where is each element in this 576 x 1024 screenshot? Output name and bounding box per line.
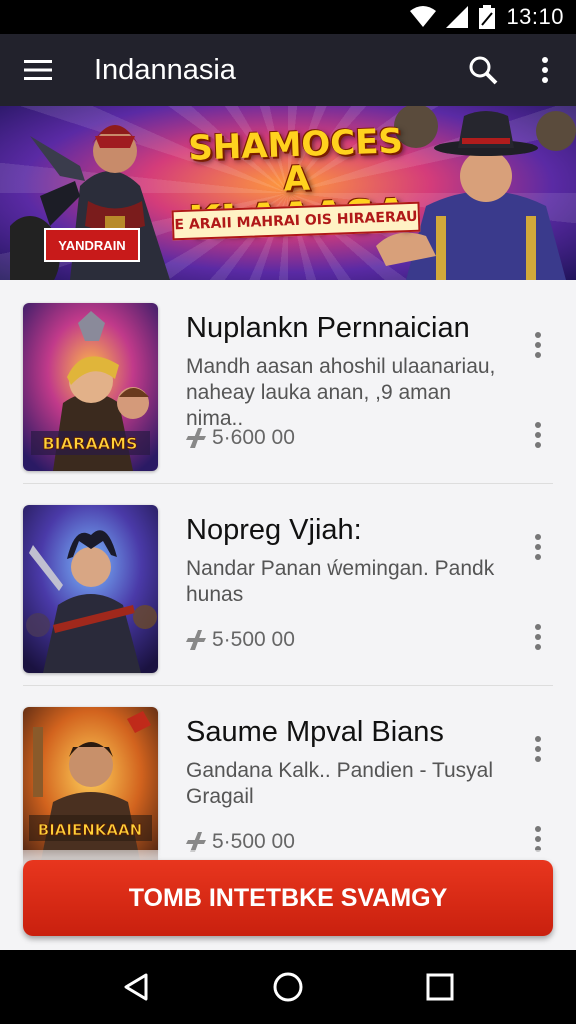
- status-time: 13:10: [506, 4, 564, 29]
- item-menu-button[interactable]: [526, 734, 550, 764]
- item-list: BIARAAMS Nuplankn Pernnaician Mandh aasa…: [0, 282, 576, 888]
- app-bar: Indannasia: [0, 34, 576, 106]
- item-thumbnail-art: BIARAAMS: [23, 303, 158, 471]
- app-title: Indannasia: [94, 53, 236, 86]
- thumb-caption: BIAIENKAAN: [38, 821, 142, 839]
- search-button[interactable]: [452, 34, 514, 106]
- item-price: 5·500 00: [186, 628, 295, 652]
- banner-headline-line1: SHAMOCES A: [187, 121, 404, 200]
- item-secondary-menu-button[interactable]: [526, 420, 550, 450]
- item-description: Mandh aasan ahoshil ulaanariau, naheay l…: [186, 355, 496, 430]
- recents-button[interactable]: [410, 957, 470, 1017]
- item-description: Gandana Kalk.. Pandien - Tusyal Gragail: [186, 759, 494, 808]
- promo-banner[interactable]: SHAMOCES A KLAAASA E ARAII MAHRAI OIS HI…: [0, 106, 576, 280]
- more-vertical-icon: [535, 534, 541, 560]
- item-price: 5·600 00: [186, 426, 295, 450]
- list-item[interactable]: BIARAAMS Nuplankn Pernnaician Mandh aasa…: [0, 282, 576, 484]
- back-triangle-icon: [124, 973, 148, 1001]
- home-circle-icon: [273, 972, 303, 1002]
- item-thumbnail: [23, 505, 158, 673]
- item-name: Nuplankn Pernnaician: [186, 312, 470, 344]
- system-nav-bar: [0, 950, 576, 1024]
- back-button[interactable]: [106, 957, 166, 1017]
- item-menu-button[interactable]: [526, 532, 550, 562]
- coin-icon: [186, 630, 206, 650]
- coin-icon: [186, 428, 206, 448]
- item-price-value: 5·500 00: [212, 628, 295, 651]
- wifi-icon: [410, 6, 437, 27]
- more-vertical-icon: [535, 826, 541, 852]
- banner-badge: YANDRAIN: [44, 228, 140, 262]
- thumb-caption: BIARAAMS: [42, 434, 137, 453]
- battery-icon: [479, 5, 496, 29]
- item-price-value: 5·600 00: [212, 426, 295, 449]
- more-vertical-icon: [542, 57, 548, 83]
- home-button[interactable]: [258, 957, 318, 1017]
- list-item[interactable]: Nopreg Vjiah: Nandar Panan ẃemingan. Pan…: [0, 484, 576, 686]
- item-description: Nandar Panan ẃemingan. Pandk hunas: [186, 557, 495, 606]
- recents-square-icon: [426, 973, 454, 1001]
- item-menu-button[interactable]: [526, 330, 550, 360]
- search-icon: [469, 56, 498, 85]
- hamburger-icon: [24, 60, 52, 80]
- item-secondary-menu-button[interactable]: [526, 622, 550, 652]
- more-vertical-icon: [535, 736, 541, 762]
- item-thumbnail-art: [23, 505, 158, 673]
- more-vertical-icon: [535, 624, 541, 650]
- more-vertical-icon: [535, 332, 541, 358]
- status-bar: 13:10: [0, 0, 576, 34]
- menu-button[interactable]: [2, 34, 74, 106]
- item-name: Saume Mpval Bians: [186, 716, 444, 748]
- cta-button[interactable]: TOMB INTETBKE SVAMGY: [23, 860, 553, 936]
- overflow-menu-button[interactable]: [514, 34, 576, 106]
- signal-icon: [446, 6, 469, 28]
- item-thumbnail: BIARAAMS: [23, 303, 158, 471]
- more-vertical-icon: [535, 422, 541, 448]
- cta-container: TOMB INTETBKE SVAMGY: [0, 850, 576, 950]
- item-name: Nopreg Vjiah:: [186, 514, 362, 546]
